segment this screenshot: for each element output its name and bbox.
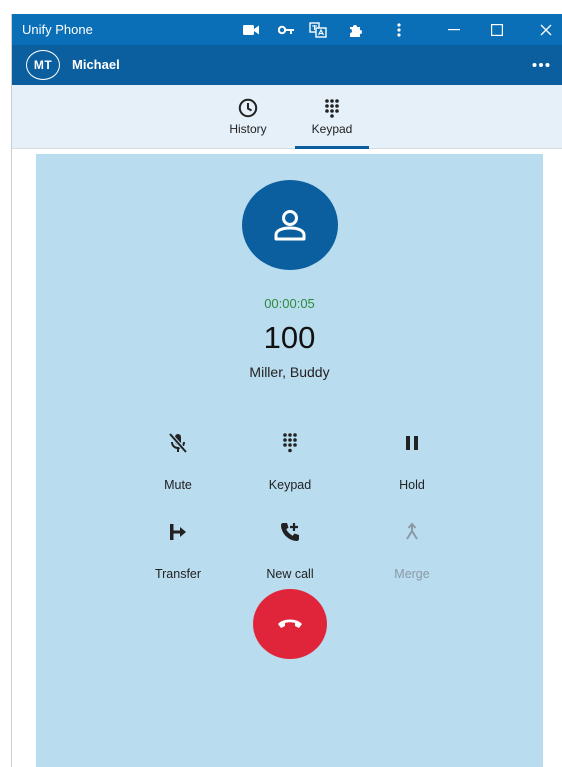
caller-avatar [242, 180, 338, 270]
tab-keypad[interactable]: Keypad [295, 85, 369, 149]
tab-history[interactable]: History [211, 85, 285, 148]
merge-button[interactable]: Merge [357, 519, 467, 581]
window-title: Unify Phone [22, 22, 93, 37]
hold-label: Hold [399, 478, 425, 492]
keypad-label: Keypad [268, 478, 312, 492]
clock-icon [238, 97, 258, 119]
merge-label: Merge [394, 567, 430, 581]
tab-bar: History Keypad [12, 85, 562, 149]
more-horizontal-icon[interactable] [530, 55, 552, 75]
translate-icon[interactable] [307, 19, 329, 41]
merge-icon [357, 519, 467, 545]
transfer-icon [123, 519, 233, 545]
new-call-label: New call [266, 567, 314, 581]
call-number: 100 [263, 320, 316, 355]
avatar[interactable]: MT [26, 50, 60, 80]
person-icon [274, 210, 306, 241]
hangup-icon [278, 619, 302, 628]
user-bar: MT Michael [12, 45, 562, 85]
tab-keypad-label: Keypad [311, 122, 353, 136]
dialpad-icon [235, 430, 345, 456]
keypad-button[interactable]: Keypad [235, 430, 345, 492]
video-camera-icon[interactable] [240, 19, 262, 41]
mic-off-icon [123, 430, 233, 456]
add-call-icon [235, 519, 345, 545]
user-name: Michael [72, 57, 120, 72]
pause-icon [357, 430, 467, 456]
transfer-button[interactable]: Transfer [123, 519, 233, 581]
hold-button[interactable]: Hold [357, 430, 467, 492]
dialpad-icon [324, 97, 340, 119]
caller-name: Miller, Buddy [249, 364, 330, 380]
call-timer: 00:00:05 [264, 296, 315, 311]
mute-label: Mute [164, 478, 192, 492]
mute-button[interactable]: Mute [123, 430, 233, 492]
new-call-button[interactable]: New call [235, 519, 345, 581]
app-window: Unify Phone MT Michael History Keypad 00… [11, 14, 562, 767]
avatar-initials: MT [33, 58, 53, 72]
hangup-button[interactable] [253, 589, 327, 659]
puzzle-icon[interactable] [345, 19, 367, 41]
tab-history-label: History [229, 122, 267, 136]
kebab-menu-icon[interactable] [388, 19, 410, 41]
close-icon[interactable] [535, 19, 557, 41]
minimize-icon[interactable] [443, 19, 465, 41]
active-call-panel: 00:00:05 100 Miller, Buddy Mute Keypad H… [36, 154, 543, 767]
transfer-label: Transfer [154, 567, 202, 581]
title-bar: Unify Phone [12, 14, 562, 45]
maximize-icon[interactable] [486, 19, 508, 41]
key-icon[interactable] [275, 19, 297, 41]
